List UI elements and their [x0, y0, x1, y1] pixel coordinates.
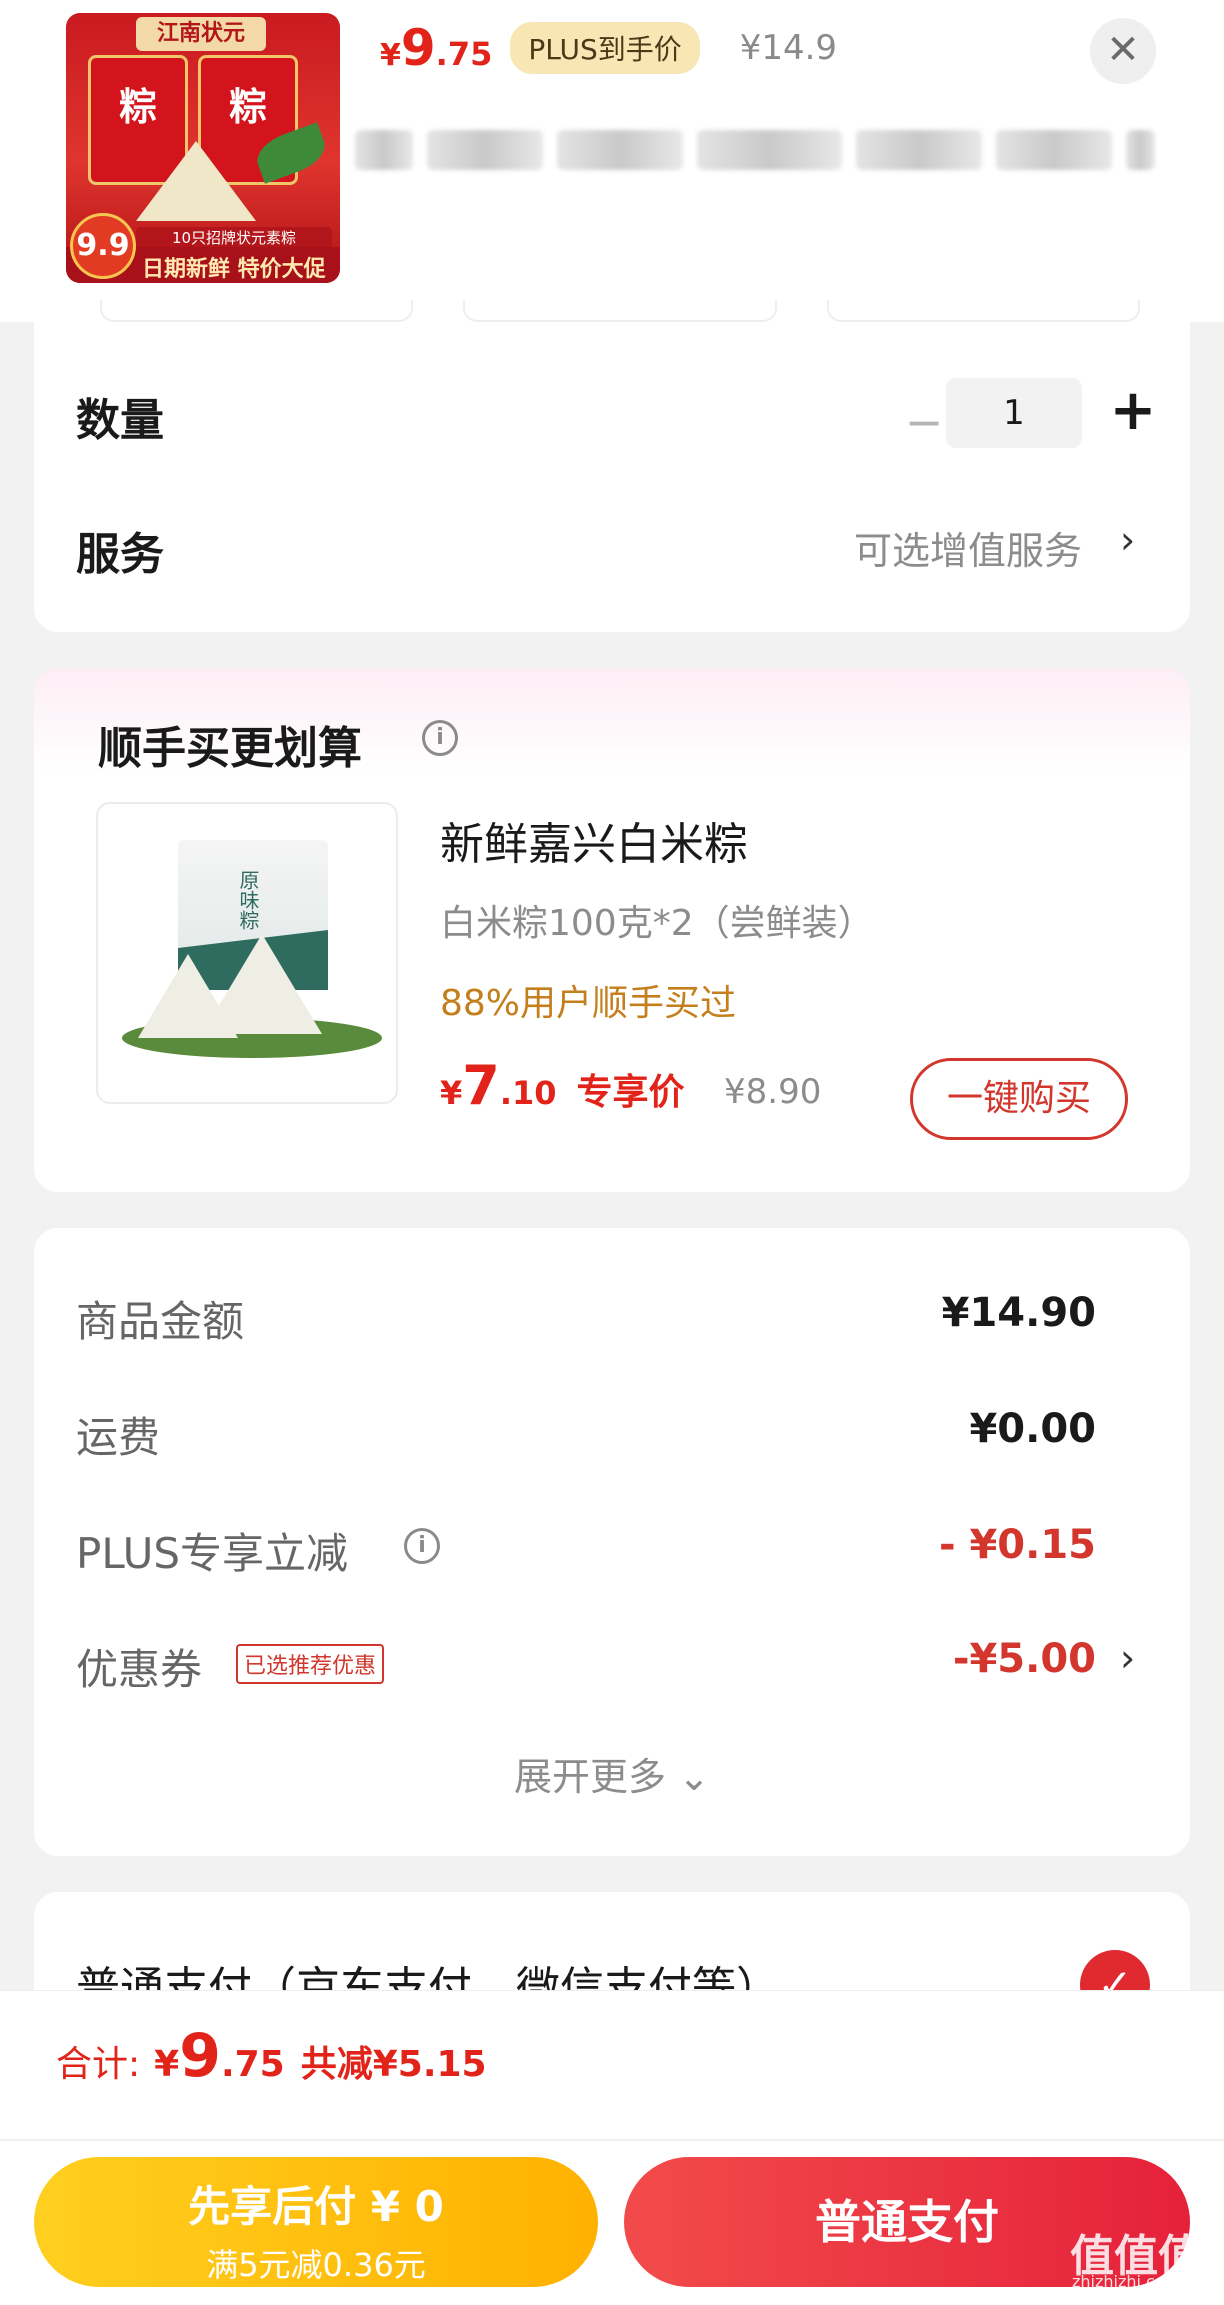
- expand-more-button[interactable]: 展开更多 ⌄: [34, 1746, 1190, 1801]
- quantity-input[interactable]: 1: [946, 378, 1082, 448]
- total-decimal: .75: [220, 2044, 285, 2085]
- price-symbol: ¥: [380, 38, 401, 73]
- bundle-recommendation-card: 顺手买更划算 i 原味粽 新鲜嘉兴白米粽 白米粽100克*2（尝鲜装） 88%用…: [34, 668, 1190, 1192]
- coupon-recommended-tag: 已选推荐优惠: [236, 1644, 385, 1684]
- bundle-title: 顺手买更划算: [98, 723, 362, 774]
- pay-later-subtitle: 满5元减0.36元: [206, 2246, 426, 2284]
- order-amounts-card: 商品金额 ¥14.90 运费 ¥0.00 PLUS专享立减 i - ¥0.15 …: [34, 1228, 1190, 1856]
- one-click-buy-button[interactable]: 一键购买: [910, 1058, 1128, 1140]
- goods-amount-value: ¥14.90: [941, 1290, 1096, 1336]
- quantity-decrease-button[interactable]: −: [894, 394, 954, 454]
- thumbnail-banner: 江南状元: [136, 17, 266, 51]
- total-saving: 共减¥5.15: [300, 2044, 487, 2085]
- product-header: 江南状元 粽 粽 10只招牌状元素粽 日期新鲜 特价大促 9.9 ¥9.75 P…: [0, 0, 1224, 322]
- bundle-product-name[interactable]: 新鲜嘉兴白米粽: [440, 808, 748, 872]
- bundle-price: ¥7.10 专享价: [440, 1054, 685, 1117]
- divider: [0, 2139, 1224, 2141]
- goods-amount-label: 商品金额: [76, 1297, 245, 1346]
- info-icon[interactable]: i: [422, 720, 458, 756]
- bag-label: 原味粽: [236, 870, 260, 930]
- original-price: ¥14.9: [739, 28, 838, 68]
- shipping-value: ¥0.00: [969, 1406, 1096, 1452]
- bundle-product-image[interactable]: 原味粽: [96, 802, 398, 1104]
- total-label: 合计:: [56, 2044, 141, 2085]
- pay-later-title: 先享后付 ¥ 0: [188, 2182, 444, 2231]
- plus-price: ¥9.75: [380, 19, 492, 77]
- price-integer: 9: [400, 19, 436, 77]
- product-thumbnail[interactable]: 江南状元 粽 粽 10只招牌状元素粽 日期新鲜 特价大促 9.9: [66, 13, 340, 283]
- price-integer: 7: [462, 1054, 500, 1117]
- bundle-popularity: 88%用户顺手买过: [440, 983, 737, 1024]
- coupon-label: 优惠券: [76, 1645, 203, 1694]
- price-decimal: .75: [435, 35, 493, 73]
- bundle-product-spec: 白米粽100克*2（尝鲜装）: [440, 903, 874, 944]
- thumbnail-strip: 10只招牌状元素粽: [136, 227, 332, 249]
- close-icon: ✕: [1106, 27, 1140, 73]
- thumbnail-bag-text: 粽: [228, 85, 267, 129]
- spec-options-edge: [100, 300, 1140, 322]
- total-symbol: ¥: [154, 2044, 180, 2085]
- service-label: 服务: [76, 529, 164, 580]
- bundle-original-price: ¥8.90: [724, 1072, 822, 1112]
- shipping-label: 运费: [76, 1413, 161, 1462]
- close-button[interactable]: ✕: [1090, 18, 1156, 84]
- thumbnail-bottom-text: 日期新鲜 特价大促: [142, 257, 326, 282]
- plus-discount-value: - ¥0.15: [938, 1522, 1096, 1568]
- watermark-url: zhizhizhi.com: [1072, 2272, 1181, 2291]
- price-decimal: .10: [499, 1074, 557, 1112]
- thumbnail-bag: 粽: [88, 55, 188, 185]
- info-icon[interactable]: i: [404, 1528, 440, 1564]
- thumbnail-bag-text: 粽: [118, 85, 157, 129]
- plus-price-tag: PLUS到手价: [510, 22, 700, 74]
- quantity-service-card: 数量 − 1 + 服务 可选增值服务 ›: [34, 322, 1190, 632]
- service-selector[interactable]: 可选增值服务: [854, 520, 1082, 575]
- pay-later-button[interactable]: 先享后付 ¥ 0 满5元减0.36元: [34, 2157, 598, 2287]
- exclusive-price-tag: 专享价: [576, 1072, 685, 1113]
- checkout-bar: 合计: ¥9.75 共减¥5.15 先享后付 ¥ 0 满5元减0.36元 普通支…: [0, 1990, 1224, 2305]
- chevron-right-icon[interactable]: ›: [1120, 1636, 1135, 1680]
- price-row: ¥9.75 PLUS到手价 ¥14.9: [380, 19, 838, 77]
- plus-discount-label: PLUS专享立减: [76, 1529, 349, 1578]
- order-total: 合计: ¥9.75 共减¥5.15: [56, 2021, 487, 2091]
- chevron-right-icon[interactable]: ›: [1120, 518, 1135, 562]
- total-integer: 9: [179, 2021, 221, 2091]
- price-badge: 9.9: [70, 213, 136, 279]
- coupon-value[interactable]: -¥5.00: [953, 1636, 1096, 1682]
- quantity-increase-button[interactable]: +: [1098, 378, 1168, 448]
- product-title-blurred: [355, 118, 1155, 182]
- price-symbol: ¥: [440, 1074, 463, 1112]
- quantity-label: 数量: [76, 395, 164, 446]
